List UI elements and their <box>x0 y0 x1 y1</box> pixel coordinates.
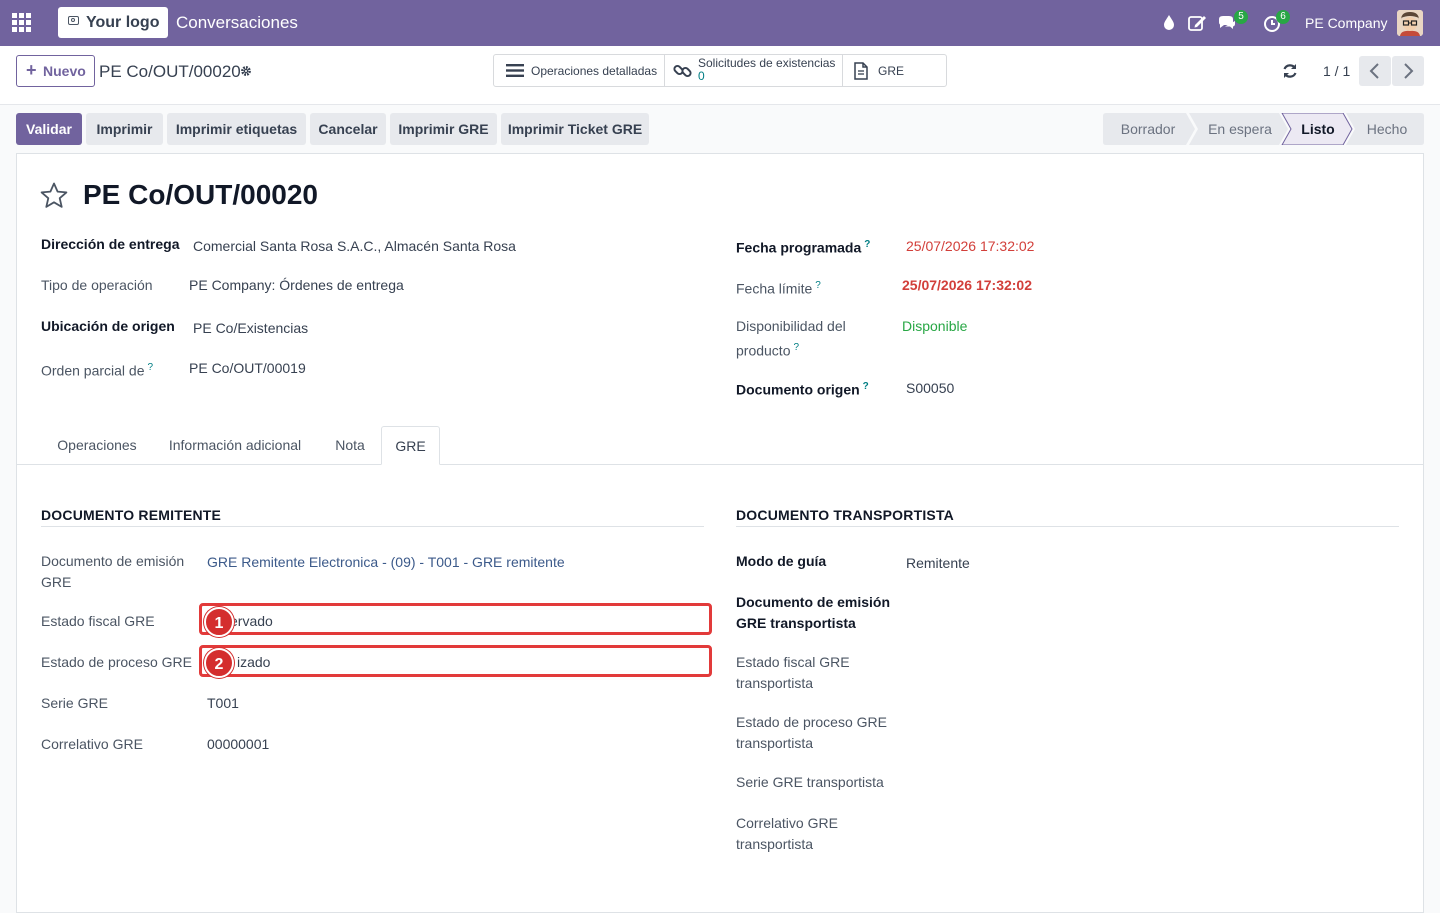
smart-button-value: 0 <box>698 69 705 83</box>
messages-badge: 5 <box>1234 10 1248 24</box>
smart-button-detailed-operations[interactable]: Operaciones detalladas <box>494 55 665 86</box>
help-icon: ? <box>815 280 821 291</box>
logo-text: Your logo <box>86 14 160 31</box>
stage-done[interactable]: Hecho <box>1353 113 1421 145</box>
field-delivery-address[interactable]: Comercial Santa Rosa S.A.C., Almacén San… <box>193 236 516 257</box>
field-scheduled-date[interactable]: 25/07/2026 17:32:02 <box>906 236 1034 257</box>
annotation-marker-2: 2 <box>204 648 234 678</box>
field-label-source-document: Documento origen? <box>736 381 869 398</box>
new-button[interactable]: + Nuevo <box>16 55 95 87</box>
top-navbar: Your logo Conversaciones 5 6 PE Company <box>0 0 1440 46</box>
field-label-gre-document: Documento de emisión GRE <box>41 553 185 590</box>
field-source-document[interactable]: S00050 <box>906 378 954 399</box>
company-switcher[interactable]: PE Company <box>1305 15 1387 31</box>
camera-icon <box>68 16 79 25</box>
breadcrumb: PE Co/OUT/00020 <box>99 62 241 81</box>
star-icon[interactable] <box>39 181 69 211</box>
stage-ready[interactable]: Listo <box>1289 113 1347 145</box>
user-avatar[interactable] <box>1397 10 1423 36</box>
annotation-marker-1: 1 <box>204 607 234 637</box>
print-labels-button[interactable]: Imprimir etiquetas <box>167 113 306 145</box>
section-divider <box>736 526 1399 527</box>
app-name[interactable]: Conversaciones <box>176 13 298 33</box>
pager-value[interactable]: 1 / 1 <box>1323 63 1350 79</box>
field-label-carrier-series: Serie GRE transportista <box>736 774 884 790</box>
gear-icon[interactable] <box>240 65 252 77</box>
list-icon <box>506 64 524 77</box>
plus-icon: + <box>26 60 37 80</box>
smart-button-label: Operaciones detalladas <box>531 64 658 78</box>
field-label-delivery-address: Dirección de entrega <box>41 236 180 252</box>
highlight-box-1 <box>199 603 712 635</box>
field-backorder-of[interactable]: PE Co/OUT/00019 <box>189 358 306 379</box>
cancel-button[interactable]: Cancelar <box>310 113 386 145</box>
print-button[interactable]: Imprimir <box>86 113 163 145</box>
section-title-transportista: DOCUMENTO TRANSPORTISTA <box>736 507 954 523</box>
chevron-left-icon <box>1369 63 1379 79</box>
field-operation-type[interactable]: PE Company: Órdenes de entrega <box>189 275 404 296</box>
field-label-scheduled-date: Fecha programada? <box>736 239 871 256</box>
smart-button-stock-requests[interactable]: Solicitudes de existencias 0 <box>665 55 843 86</box>
help-icon: ? <box>862 381 869 392</box>
field-guide-mode[interactable]: Remitente <box>906 553 970 574</box>
field-label-guide-mode: Modo de guía <box>736 553 827 569</box>
stage-waiting[interactable]: En espera <box>1195 113 1285 145</box>
field-label-carrier-gre-document: Documento de emisión GRE transportista <box>736 594 891 631</box>
field-label-gre-correlative: Correlativo GRE <box>41 736 143 752</box>
activities-badge: 6 <box>1276 10 1290 24</box>
field-product-availability: Disponible <box>902 318 968 334</box>
section-title-remitente: DOCUMENTO REMITENTE <box>41 507 222 523</box>
field-deadline[interactable]: 25/07/2026 17:32:02 <box>902 275 1032 296</box>
field-label-source-location: Ubicación de origen <box>41 318 175 334</box>
field-gre-document[interactable]: GRE Remitente Electronica - (09) - T001 … <box>207 552 565 573</box>
field-label-product-availability: Disponibilidad del producto? <box>736 318 846 359</box>
smart-button-gre[interactable]: GRE <box>843 55 946 86</box>
smart-button-label: GRE <box>878 64 905 78</box>
field-label-carrier-correlative: Correlativo GRE transportista <box>736 815 838 852</box>
tab-operations[interactable]: Operaciones <box>42 426 152 464</box>
pager-next-button[interactable] <box>1392 56 1424 86</box>
notebook-tabs-line <box>16 464 1424 465</box>
document-icon <box>854 62 868 80</box>
field-label-gre-series: Serie GRE <box>41 695 108 711</box>
help-icon: ? <box>147 362 154 373</box>
field-label-gre-fiscal-state: Estado fiscal GRE <box>41 613 155 629</box>
validate-button[interactable]: Validar <box>16 113 82 145</box>
help-icon: ? <box>864 239 871 250</box>
control-panel: + Nuevo PE Co/OUT/00020 Operaciones deta… <box>0 46 1440 105</box>
water-drop-icon[interactable] <box>1158 12 1180 34</box>
form-sheet <box>16 153 1424 913</box>
pager-previous-button[interactable] <box>1359 56 1391 86</box>
tab-gre[interactable]: GRE <box>381 426 440 465</box>
help-icon: ? <box>793 342 800 353</box>
field-label-operation-type: Tipo de operación <box>41 277 153 293</box>
field-label-carrier-fiscal-state: Estado fiscal GRE transportista <box>736 654 850 691</box>
print-gre-button[interactable]: Imprimir GRE <box>390 113 497 145</box>
app-menu-icon[interactable] <box>12 13 32 33</box>
tab-note[interactable]: Nota <box>318 426 382 464</box>
stage-draft[interactable]: Borrador <box>1103 113 1193 145</box>
field-source-location[interactable]: PE Co/Existencias <box>193 318 308 339</box>
field-gre-series: T001 <box>207 695 239 711</box>
company-logo[interactable]: Your logo <box>58 7 168 38</box>
tab-additional-info[interactable]: Información adicional <box>152 426 318 464</box>
field-gre-correlative: 00000001 <box>207 736 270 752</box>
refresh-icon[interactable] <box>1281 62 1299 80</box>
edit-icon[interactable] <box>1186 12 1208 34</box>
print-ticket-gre-button[interactable]: Imprimir Ticket GRE <box>501 113 649 145</box>
record-title: PE Co/OUT/00020 <box>83 179 318 210</box>
field-label-backorder-of: Orden parcial de? <box>41 362 154 379</box>
highlight-box-2 <box>199 645 712 677</box>
section-divider <box>41 526 704 527</box>
smart-button-label: Solicitudes de existencias <box>698 56 836 70</box>
field-label-gre-process-state: Estado de proceso GRE <box>41 654 192 670</box>
link-icon <box>673 64 692 78</box>
smart-buttons: Operaciones detalladas Solicitudes de ex… <box>493 54 947 87</box>
status-bar: Borrador En espera Listo Hecho <box>1103 113 1424 145</box>
chevron-right-icon <box>1404 63 1414 79</box>
field-label-carrier-process-state: Estado de proceso GRE transportista <box>736 714 887 751</box>
field-label-deadline: Fecha límite? <box>736 280 821 297</box>
